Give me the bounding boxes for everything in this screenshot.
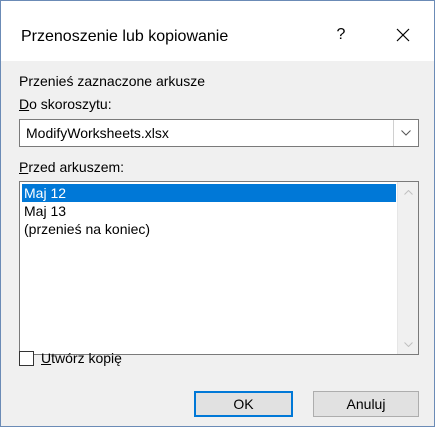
create-copy-label[interactable]: Utwórz kopię <box>41 350 122 366</box>
to-book-label-rest: o skoroszytu: <box>29 96 112 112</box>
move-selected-sheets-label: Przenieś zaznaczone arkusze <box>19 73 205 89</box>
create-copy-label-rest: twórz kopię <box>51 350 122 366</box>
to-book-label: Do skoroszytu: <box>19 96 112 112</box>
to-book-accel: D <box>19 96 30 112</box>
before-sheet-items: Maj 12 Maj 13 (przenieś na koniec) <box>22 184 396 238</box>
close-button[interactable] <box>385 17 421 53</box>
scroll-down-button[interactable] <box>398 334 418 354</box>
create-copy-option[interactable]: Utwórz kopię <box>19 348 122 368</box>
before-sheet-label: Przed arkuszem: <box>19 159 124 175</box>
create-copy-accel: U <box>41 350 52 366</box>
cancel-button[interactable]: Anuluj <box>313 391 419 417</box>
before-sheet-label-rest: rzed arkuszem: <box>28 159 125 175</box>
to-book-combobox[interactable]: ModifyWorksheets.xlsx <box>19 119 419 147</box>
create-copy-checkbox[interactable] <box>19 350 34 366</box>
chevron-down-icon <box>403 341 413 347</box>
help-button[interactable]: ? <box>323 17 359 53</box>
list-item[interactable]: Maj 13 <box>22 202 396 220</box>
title-bar: Przenoszenie lub kopiowanie ? <box>1 1 434 61</box>
dialog-body: Przenieś zaznaczone arkusze Do skoroszyt… <box>1 61 434 426</box>
dialog-title: Przenoszenie lub kopiowanie <box>21 28 229 45</box>
list-item[interactable]: Maj 12 <box>22 184 396 202</box>
to-book-dropdown-button[interactable] <box>393 120 418 146</box>
scroll-up-button[interactable] <box>398 182 418 202</box>
to-book-value: ModifyWorksheets.xlsx <box>26 125 169 141</box>
listbox-scrollbar[interactable] <box>397 182 418 354</box>
list-item[interactable]: (przenieś na koniec) <box>22 220 396 238</box>
chevron-up-icon <box>403 189 413 195</box>
ok-button[interactable]: OK <box>194 391 293 417</box>
move-copy-dialog: Przenoszenie lub kopiowanie ? Przenieś z… <box>0 0 435 427</box>
before-sheet-listbox[interactable]: Maj 12 Maj 13 (przenieś na koniec) <box>19 181 419 355</box>
before-sheet-accel: P <box>19 159 29 175</box>
close-icon <box>396 28 410 42</box>
chevron-down-icon <box>401 130 411 136</box>
